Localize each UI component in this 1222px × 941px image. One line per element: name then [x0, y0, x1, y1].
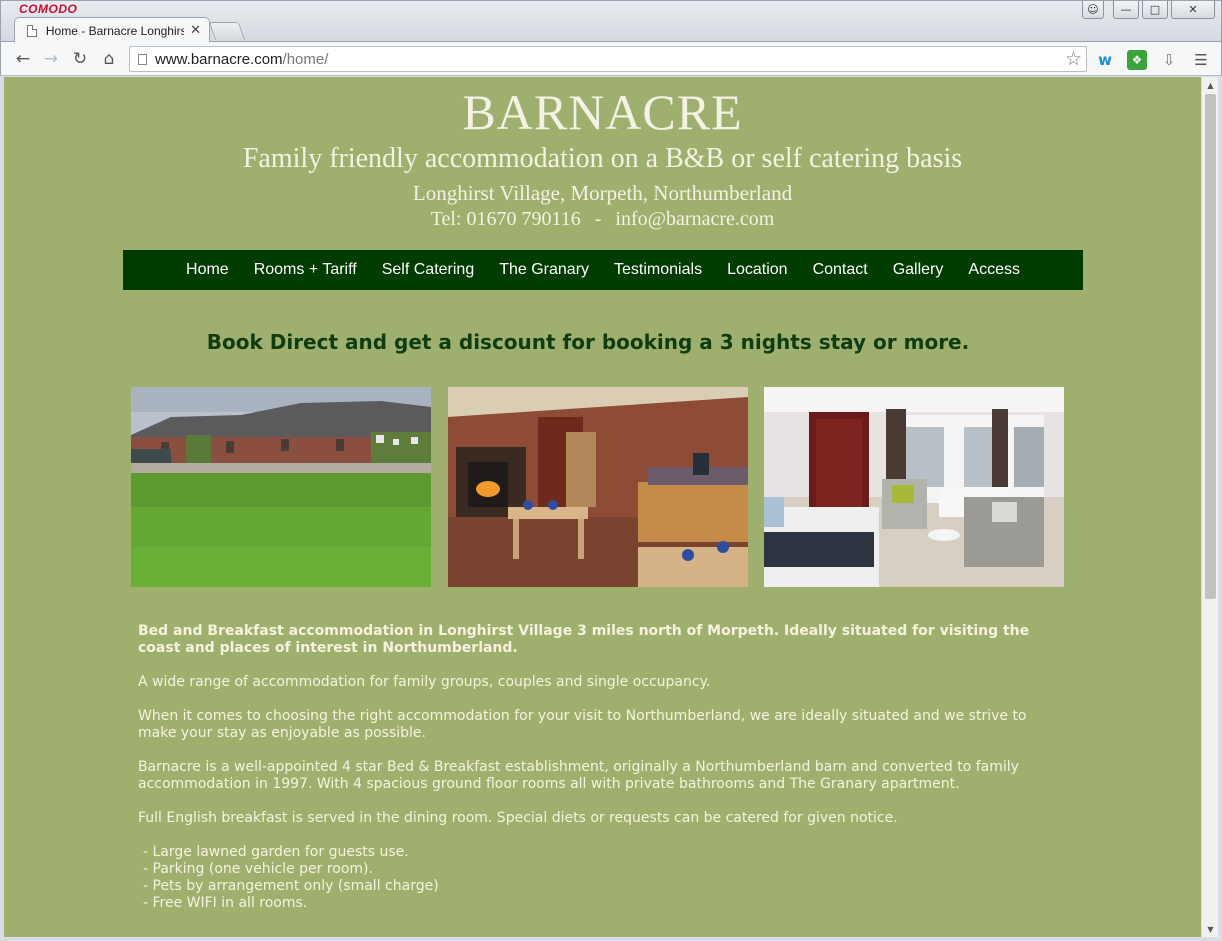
- browser-toolbar: ← → ↻ ⌂ www.barnacre.com/home/ ☆ w ❖ ⇩ ☰: [0, 42, 1222, 76]
- page-icon: [27, 24, 37, 37]
- intro-lead: Bed and Breakfast accommodation in Longh…: [138, 623, 1030, 656]
- promo-heading: Book Direct and get a discount for booki…: [206, 330, 970, 354]
- scroll-up-icon[interactable]: ▲: [1202, 78, 1219, 92]
- new-tab-button[interactable]: [208, 22, 246, 40]
- reload-icon[interactable]: ↻: [69, 48, 91, 70]
- nav-contact[interactable]: Contact: [800, 261, 880, 279]
- nav-self-catering[interactable]: Self Catering: [369, 261, 487, 279]
- list-item: - Pets by arrangement only (small charge…: [143, 878, 439, 894]
- tab-close-icon[interactable]: ✕: [190, 23, 201, 38]
- paragraph-location: When it comes to choosing the right acco…: [138, 708, 1027, 741]
- nav-the-granary[interactable]: The Granary: [487, 261, 602, 279]
- tab-title: Home - Barnacre Longhirst: [45, 23, 185, 38]
- phone-number: Tel: 01670 790116: [430, 208, 581, 230]
- list-item: - Parking (one vehicle per room).: [143, 861, 373, 877]
- download-icon[interactable]: ⇩: [1159, 50, 1179, 70]
- photo-dining-room: [448, 387, 748, 587]
- nav-location[interactable]: Location: [715, 261, 801, 279]
- email-link[interactable]: info@barnacre.com: [615, 208, 774, 230]
- close-window-button[interactable]: ✕: [1171, 1, 1215, 19]
- window-controls: ☺ — □ ✕: [1082, 1, 1215, 19]
- nav-testimonials[interactable]: Testimonials: [602, 261, 715, 279]
- nav-gallery[interactable]: Gallery: [880, 261, 956, 279]
- maximize-button[interactable]: □: [1142, 1, 1168, 19]
- minimize-button[interactable]: —: [1113, 1, 1139, 19]
- photo-bedroom: [764, 387, 1064, 587]
- extension-dragon-icon[interactable]: ❖: [1127, 50, 1147, 70]
- site-title: BARNACRE: [462, 84, 743, 140]
- scroll-down-icon[interactable]: ▼: [1202, 922, 1219, 936]
- nav-access[interactable]: Access: [956, 261, 1033, 279]
- contact-separator: -: [594, 208, 602, 230]
- url-host: www.barnacre.com: [155, 50, 283, 68]
- main-content: Bed and Breakfast accommodation in Longh…: [138, 623, 1048, 912]
- bookmark-star-icon[interactable]: ☆: [1065, 48, 1082, 70]
- extension-wave-icon[interactable]: w: [1095, 50, 1115, 70]
- paragraph-establishment: Barnacre is a well-appointed 4 star Bed …: [138, 759, 1019, 792]
- list-item: - Free WIFI in all rooms.: [143, 895, 308, 911]
- nav-home[interactable]: Home: [174, 261, 242, 279]
- features-list: - Large lawned garden for guests use. - …: [138, 844, 1048, 912]
- main-nav: Home Rooms + Tariff Self Catering The Gr…: [123, 250, 1083, 290]
- user-icon[interactable]: ☺: [1082, 1, 1104, 19]
- url-path: /home/: [282, 50, 329, 68]
- site-tagline: Family friendly accommodation on a B&B o…: [242, 143, 963, 174]
- paragraph-range: A wide range of accommodation for family…: [138, 674, 711, 690]
- vertical-scrollbar[interactable]: ▲ ▼: [1201, 77, 1218, 937]
- page-viewport: BARNACRE Family friendly accommodation o…: [4, 77, 1201, 937]
- menu-icon[interactable]: ☰: [1191, 50, 1211, 70]
- address-url[interactable]: www.barnacre.com/home/: [155, 51, 328, 68]
- site-contact: Tel: 01670 790116- info@barnacre.com: [4, 208, 1201, 231]
- browser-tab-active[interactable]: Home - Barnacre Longhirst ✕: [14, 17, 210, 43]
- browser-brand: COMODO: [19, 2, 78, 16]
- forward-icon[interactable]: →: [40, 48, 62, 70]
- paragraph-breakfast: Full English breakfast is served in the …: [138, 810, 898, 826]
- list-item: - Large lawned garden for guests use.: [143, 844, 409, 860]
- page-icon: [138, 53, 147, 65]
- address-bar[interactable]: www.barnacre.com/home/ ☆: [129, 46, 1087, 72]
- back-icon[interactable]: ←: [12, 48, 34, 70]
- home-icon[interactable]: ⌂: [98, 48, 120, 70]
- nav-rooms-tariff[interactable]: Rooms + Tariff: [241, 261, 369, 279]
- site-location: Longhirst Village, Morpeth, Northumberla…: [412, 181, 793, 205]
- scrollbar-thumb[interactable]: [1205, 94, 1216, 599]
- photo-barn-exterior: [131, 387, 431, 587]
